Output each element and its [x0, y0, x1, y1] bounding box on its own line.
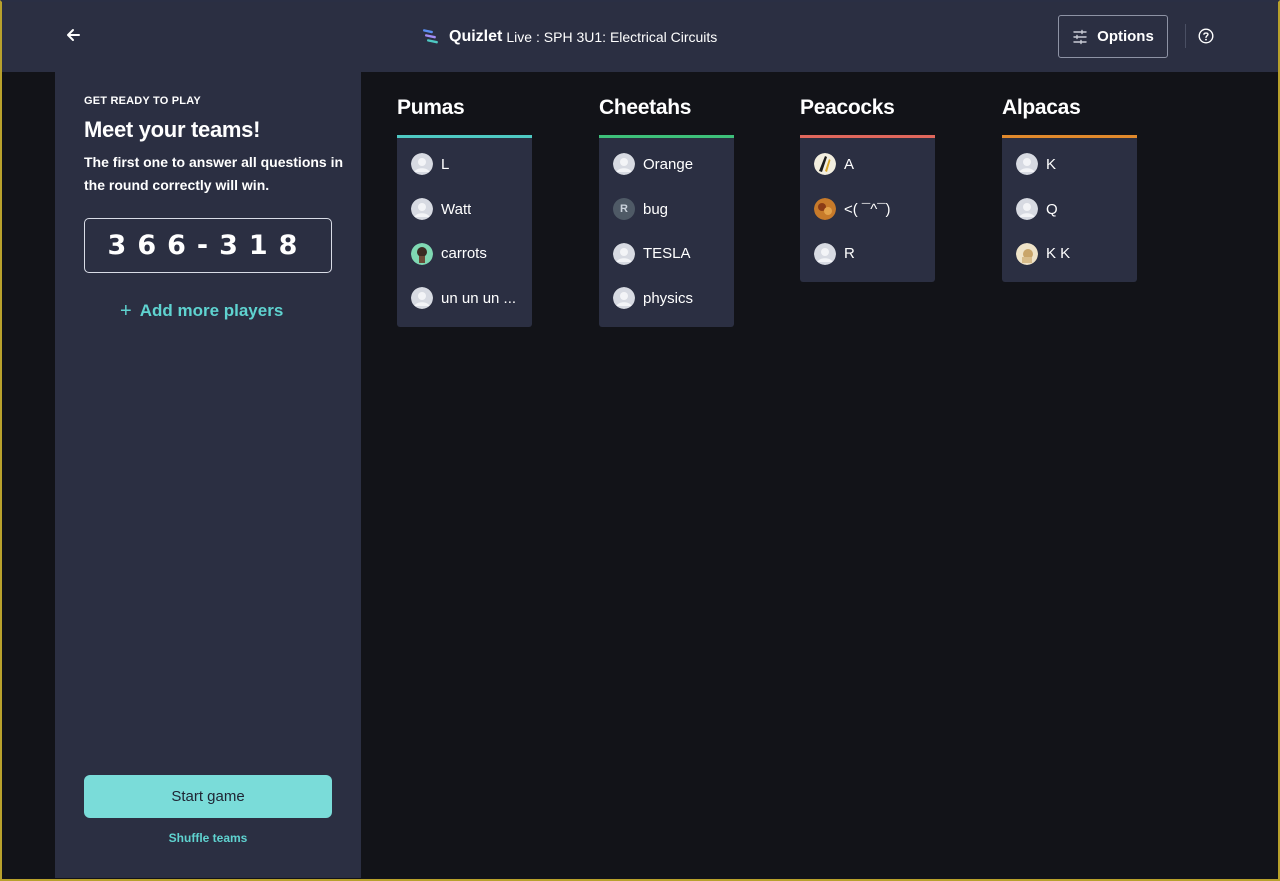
team-player-list: Orange R bug TESLA physics — [599, 138, 734, 327]
team-name: Peacocks — [800, 96, 895, 119]
team-player-list: A <( ¯^¯) R — [800, 138, 935, 283]
set-title: : SPH 3U1: Electrical Circuits — [536, 29, 718, 45]
player-item: Orange — [599, 142, 734, 187]
player-name: physics — [643, 289, 694, 307]
player-item: Watt — [397, 187, 532, 232]
player-item: K — [1002, 142, 1137, 187]
default-avatar-icon — [411, 287, 433, 310]
player-name: L — [441, 155, 450, 173]
photo-avatar-icon — [411, 242, 433, 265]
default-avatar-icon — [411, 153, 433, 176]
player-item: carrots — [397, 231, 532, 276]
photo-avatar-icon — [814, 153, 836, 176]
arrow-left-icon — [67, 29, 80, 41]
page-title: Quizlet Live : SPH 3U1: Electrical Circu… — [422, 26, 717, 48]
photo-avatar-icon — [814, 198, 836, 221]
default-avatar-icon — [814, 242, 836, 265]
player-name: carrots — [441, 245, 487, 263]
player-name: bug — [643, 200, 669, 218]
team-peacocks: Peacocks A <( ¯^¯) R — [800, 96, 935, 283]
avatar-initial: R — [620, 203, 628, 216]
player-name: Q — [1046, 200, 1058, 218]
top-bar: Quizlet Live : SPH 3U1: Electrical Circu… — [2, 0, 1278, 72]
shuffle-teams-link[interactable]: Shuffle teams — [84, 831, 332, 845]
player-item: un un un ... — [397, 276, 532, 321]
team-alpacas: Alpacas K Q K K — [1002, 96, 1137, 283]
sliders-icon — [1073, 29, 1087, 44]
default-avatar-icon — [613, 287, 635, 310]
player-item: K K — [1002, 231, 1137, 276]
player-name: K K — [1046, 245, 1071, 263]
add-players-label: Add more players — [139, 301, 284, 320]
team-name: Alpacas — [1002, 96, 1081, 119]
quizlet-logo-icon — [423, 29, 438, 44]
start-game-button[interactable]: Start game — [84, 775, 332, 818]
default-avatar-icon — [1016, 153, 1038, 176]
help-button[interactable] — [1195, 25, 1217, 47]
player-name: R — [844, 245, 855, 263]
back-button[interactable] — [60, 22, 86, 48]
player-name: <( ¯^¯) — [844, 200, 891, 218]
initial-avatar: R — [613, 198, 635, 221]
player-item: R bug — [599, 187, 734, 232]
player-item: A — [800, 142, 935, 187]
player-name: A — [844, 155, 855, 173]
add-players-link[interactable]: + Add more players — [120, 298, 283, 324]
player-name: Watt — [441, 200, 472, 218]
default-avatar-icon — [411, 198, 433, 221]
sidebar-description: The first one to answer all questions in… — [84, 154, 344, 193]
sidebar: GET READY TO PLAY Meet your teams! The f… — [55, 72, 361, 878]
team-cheetahs: Cheetahs Orange R bug TESLA physics — [599, 96, 734, 327]
player-item: Q — [1002, 187, 1137, 232]
default-avatar-icon — [613, 153, 635, 176]
player-name: un un un ... — [441, 289, 517, 307]
plus-icon: + — [120, 300, 132, 322]
player-item: physics — [599, 276, 734, 321]
header-divider — [1185, 24, 1186, 48]
team-player-list: K Q K K — [1002, 138, 1137, 283]
team-name: Pumas — [397, 96, 465, 119]
default-avatar-icon — [613, 242, 635, 265]
player-name: TESLA — [643, 245, 691, 263]
options-button[interactable]: Options — [1058, 15, 1168, 58]
team-player-list: L Watt carrots un un un ... — [397, 138, 532, 327]
team-name: Cheetahs — [599, 96, 692, 119]
join-code: 366-318 — [84, 218, 332, 273]
photo-avatar-icon — [1016, 242, 1038, 265]
player-item: L — [397, 142, 532, 187]
help-circle-icon — [1198, 28, 1214, 44]
kicker: GET READY TO PLAY — [84, 95, 201, 107]
player-item: <( ¯^¯) — [800, 187, 935, 232]
team-pumas: Pumas L Watt carrots un un un ... — [397, 96, 532, 327]
player-item: TESLA — [599, 231, 734, 276]
brand-name: Quizlet — [449, 28, 503, 45]
default-avatar-icon — [1016, 198, 1038, 221]
sidebar-headline: Meet your teams! — [84, 117, 261, 142]
player-name: K — [1046, 155, 1057, 173]
options-label: Options — [1097, 28, 1154, 45]
player-name: Orange — [643, 155, 694, 173]
live-label: Live — [506, 29, 533, 45]
player-item: R — [800, 231, 935, 276]
